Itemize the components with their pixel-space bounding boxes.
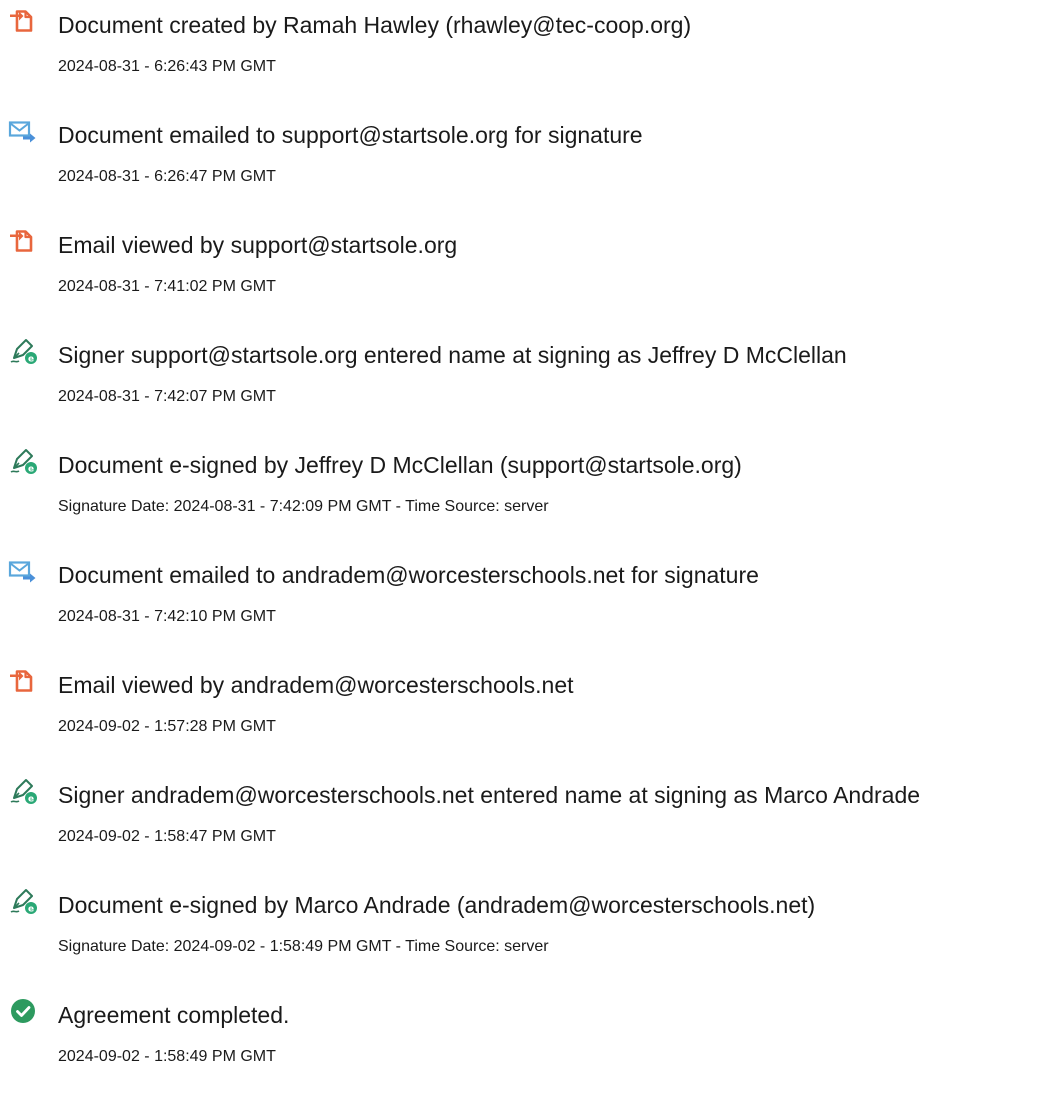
event-timestamp: 2024-08-31 - 7:42:07 PM GMT (58, 388, 276, 405)
e-sign-pen-icon: e (8, 446, 38, 476)
audit-event: e Document e-signed by Marco Andrade (an… (0, 880, 1059, 960)
event-title: Document emailed to andradem@worcestersc… (58, 562, 759, 588)
event-timestamp: 2024-09-02 - 1:58:49 PM GMT (58, 1048, 276, 1065)
svg-text:e: e (28, 905, 34, 915)
e-sign-pen-icon: e (8, 776, 38, 806)
event-timestamp: 2024-09-02 - 1:57:28 PM GMT (58, 718, 276, 735)
document-viewed-icon (8, 226, 38, 256)
audit-event: Email viewed by support@startsole.org 20… (0, 220, 1059, 300)
svg-text:e: e (28, 795, 34, 805)
event-timestamp: Signature Date: 2024-09-02 - 1:58:49 PM … (58, 938, 549, 955)
audit-event: Email viewed by andradem@worcesterschool… (0, 660, 1059, 740)
event-title: Email viewed by andradem@worcesterschool… (58, 672, 574, 698)
svg-text:e: e (28, 465, 34, 475)
audit-event-list: Document created by Ramah Hawley (rhawle… (0, 0, 1059, 1108)
event-title: Document e-signed by Marco Andrade (andr… (58, 892, 816, 918)
event-title: Signer support@startsole.org entered nam… (58, 342, 847, 368)
email-sent-icon (8, 116, 38, 146)
event-title: Signer andradem@worcesterschools.net ent… (58, 782, 921, 808)
e-sign-pen-icon: e (8, 886, 38, 916)
svg-text:e: e (28, 355, 34, 365)
event-timestamp: 2024-08-31 - 7:42:10 PM GMT (58, 608, 276, 625)
audit-event: Agreement completed. 2024-09-02 - 1:58:4… (0, 990, 1059, 1070)
event-title: Document emailed to support@startsole.or… (58, 122, 643, 148)
event-title: Document created by Ramah Hawley (rhawle… (58, 12, 692, 38)
email-sent-icon (8, 556, 38, 586)
event-timestamp: 2024-08-31 - 7:41:02 PM GMT (58, 278, 276, 295)
audit-event: e Document e-signed by Jeffrey D McClell… (0, 440, 1059, 520)
event-title: Email viewed by support@startsole.org (58, 232, 458, 258)
audit-event: Document emailed to andradem@worcestersc… (0, 550, 1059, 630)
event-timestamp: 2024-08-31 - 6:26:43 PM GMT (58, 58, 276, 75)
e-sign-pen-icon: e (8, 336, 38, 366)
audit-event: e Signer support@startsole.org entered n… (0, 330, 1059, 410)
event-timestamp: 2024-09-02 - 1:58:47 PM GMT (58, 828, 276, 845)
document-viewed-icon (8, 666, 38, 696)
document-created-icon (8, 6, 38, 36)
event-timestamp: 2024-08-31 - 6:26:47 PM GMT (58, 168, 276, 185)
audit-event: Document created by Ramah Hawley (rhawle… (0, 0, 1059, 80)
event-timestamp: Signature Date: 2024-08-31 - 7:42:09 PM … (58, 498, 549, 515)
event-title: Agreement completed. (58, 1002, 290, 1028)
audit-event: e Signer andradem@worcesterschools.net e… (0, 770, 1059, 850)
event-title: Document e-signed by Jeffrey D McClellan… (58, 452, 742, 478)
check-circle-icon (8, 996, 38, 1026)
audit-event: Document emailed to support@startsole.or… (0, 110, 1059, 190)
